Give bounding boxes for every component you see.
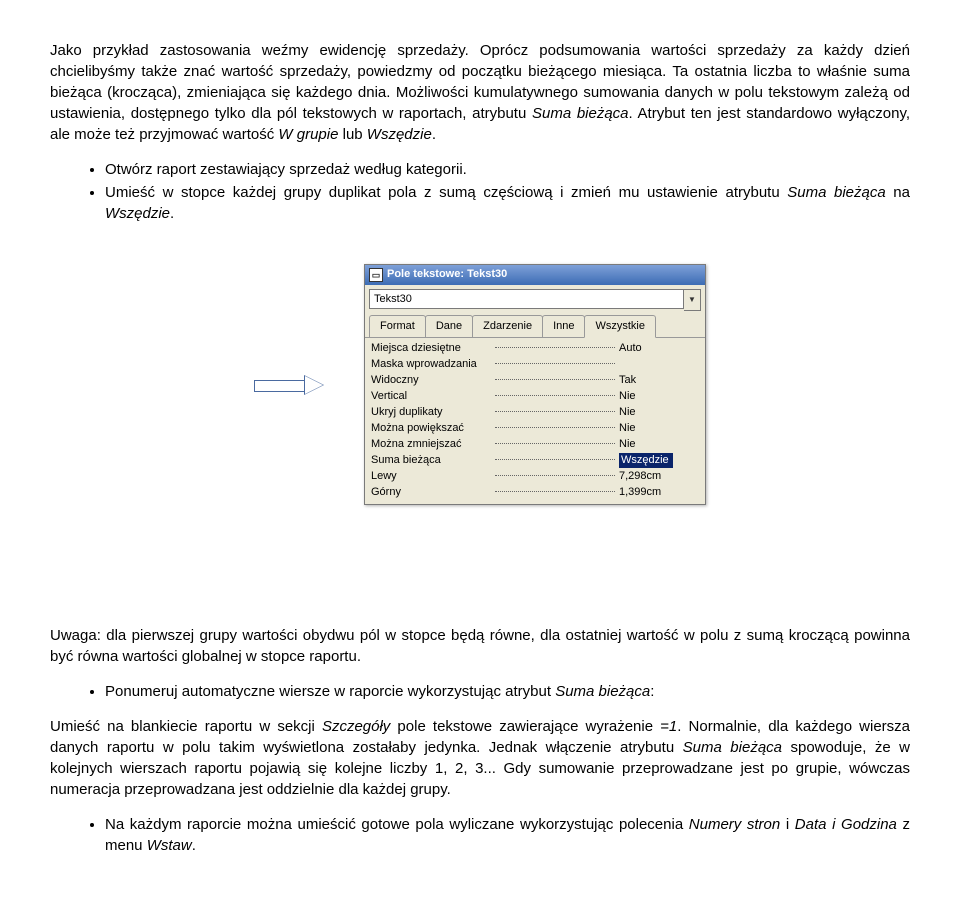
tab-zdarzenie[interactable]: Zdarzenie (472, 315, 543, 337)
paragraph-instructions: Umieść na blankiecie raportu w sekcji Sz… (50, 716, 910, 800)
paragraph-uwaga: Uwaga: dla pierwszej grupy wartości obyd… (50, 625, 910, 667)
property-row[interactable]: Górny1,399cm (371, 484, 699, 500)
tab-format[interactable]: Format (369, 315, 426, 337)
object-selector-dropdown[interactable]: ▼ (684, 289, 701, 311)
property-row[interactable]: Lewy7,298cm (371, 468, 699, 484)
properties-window: ▭ Pole tekstowe: Tekst30 ▼ Format Dane Z… (364, 264, 706, 505)
window-icon: ▭ (369, 268, 383, 282)
window-titlebar[interactable]: ▭ Pole tekstowe: Tekst30 (365, 265, 705, 285)
property-row-suma-biezaca[interactable]: Suma bieżącaWszędzie (371, 452, 699, 468)
property-row[interactable]: Można zmniejszaćNie (371, 436, 699, 452)
window-title: Pole tekstowe: Tekst30 (387, 267, 507, 282)
bullet-item: Otwórz raport zestawiający sprzedaż wedł… (105, 159, 910, 180)
property-row[interactable]: VerticalNie (371, 388, 699, 404)
object-selector-input[interactable] (369, 289, 684, 309)
tab-inne[interactable]: Inne (542, 315, 585, 337)
paragraph-1: Jako przykład zastosowania weźmy ewidenc… (50, 40, 910, 145)
arrow-icon (254, 375, 324, 395)
bullet-list-3: Na każdym raporcie można umieścić gotowe… (50, 814, 910, 856)
bullet-list-2: Ponumeruj automatyczne wiersze w raporci… (50, 681, 910, 702)
bullet-item: Na każdym raporcie można umieścić gotowe… (105, 814, 910, 856)
tabs-bar: Format Dane Zdarzenie Inne Wszystkie (365, 315, 705, 338)
bullet-item: Ponumeruj automatyczne wiersze w raporci… (105, 681, 910, 702)
property-row[interactable]: Można powiększaćNie (371, 420, 699, 436)
properties-body: Miejsca dziesiętneAuto Maska wprowadzani… (365, 338, 705, 504)
tab-wszystkie[interactable]: Wszystkie (584, 315, 656, 338)
bullet-item: Umieść w stopce każdej grupy duplikat po… (105, 182, 910, 224)
property-row[interactable]: Maska wprowadzania (371, 356, 699, 372)
bullet-list-1: Otwórz raport zestawiający sprzedaż wedł… (50, 159, 910, 224)
property-row[interactable]: Ukryj duplikatyNie (371, 404, 699, 420)
chevron-down-icon: ▼ (688, 294, 696, 305)
property-row[interactable]: WidocznyTak (371, 372, 699, 388)
property-row[interactable]: Miejsca dziesiętneAuto (371, 340, 699, 356)
tab-dane[interactable]: Dane (425, 315, 473, 337)
